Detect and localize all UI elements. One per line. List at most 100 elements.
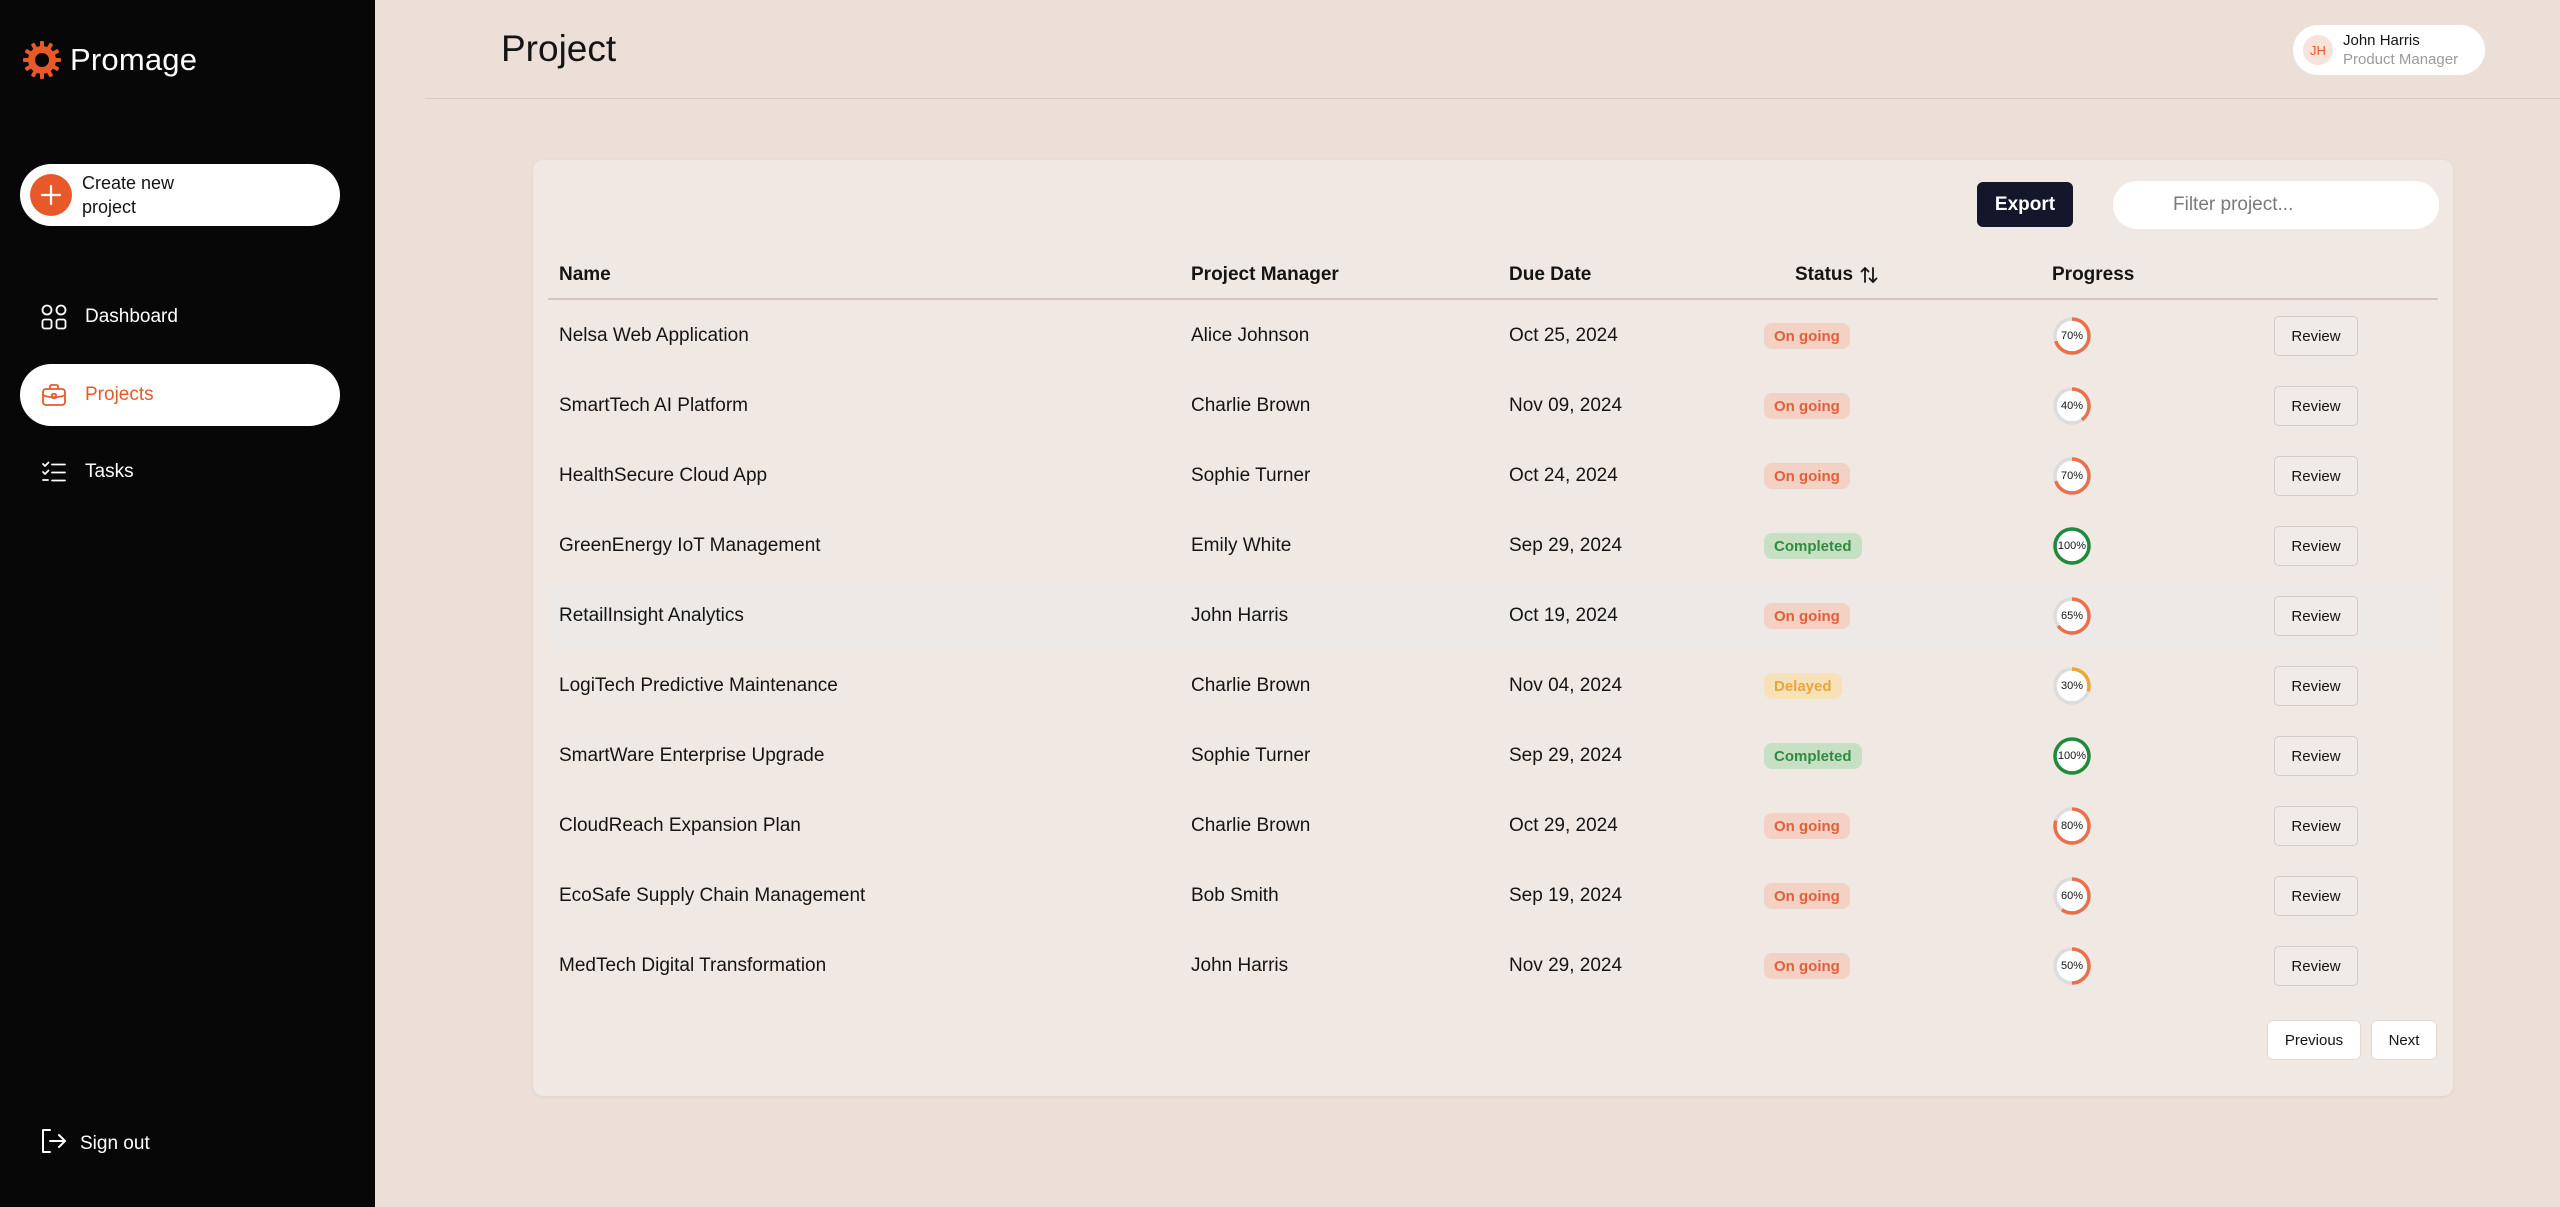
progress-ring: 70% [2052,456,2092,496]
project-name: LogiTech Predictive Maintenance [559,675,838,696]
sidebar-item-dashboard[interactable]: Dashboard [20,286,340,348]
status-badge: On going [1764,953,1850,979]
column-header-status[interactable]: Status [1795,264,1879,286]
project-manager: John Harris [1191,605,1289,626]
sidebar-item-tasks[interactable]: Tasks [20,441,340,503]
table-row[interactable]: Nelsa Web Application Alice Johnson Oct 25… [548,301,2438,371]
review-button[interactable]: Review [2274,526,2358,566]
status-cell: On going [1764,861,1850,931]
project-manager: John Harris [1191,955,1289,976]
previous-page-button[interactable]: Previous [2267,1020,2361,1060]
status-cell: Delayed [1764,651,1842,721]
app-name: Promage [70,42,198,77]
progress-cell: 80% [2052,791,2092,861]
project-manager: Charlie Brown [1191,815,1311,836]
review-button[interactable]: Review [2274,946,2358,986]
progress-ring: 50% [2052,946,2092,986]
review-button[interactable]: Review [2274,316,2358,356]
progress-cell: 60% [2052,861,2092,931]
progress-cell: 65% [2052,581,2092,651]
due-date: Sep 29, 2024 [1509,535,1623,556]
progress-value: 65% [2060,610,2084,622]
progress-value: 80% [2060,820,2084,832]
user-menu[interactable]: JH John Harris Product Manager [2293,25,2485,75]
due-date: Sep 29, 2024 [1509,745,1623,766]
status-badge: On going [1764,883,1850,909]
project-manager: Sophie Turner [1191,465,1311,486]
progress-ring: 60% [2052,876,2092,916]
export-button[interactable]: Export [1977,182,2073,227]
page-title: Project [501,28,617,69]
review-cell: Review [2274,651,2358,721]
due-date: Oct 29, 2024 [1509,815,1618,836]
review-button[interactable]: Review [2274,596,2358,636]
table-row[interactable]: CloudReach Expansion Plan Charlie Brown Oc… [548,791,2438,861]
review-button[interactable]: Review [2274,806,2358,846]
next-page-button[interactable]: Next [2371,1020,2437,1060]
due-date: Nov 09, 2024 [1509,395,1623,416]
table-row[interactable]: LogiTech Predictive Maintenance Charlie B… [548,651,2438,721]
projects-card: Export Name Project Manager Due Date Sta… [533,160,2453,1096]
review-cell: Review [2274,441,2358,511]
table-row[interactable]: HealthSecure Cloud App Sophie Turner Oct 2… [548,441,2438,511]
status-badge: On going [1764,393,1850,419]
review-button[interactable]: Review [2274,386,2358,426]
status-cell: Completed [1764,721,1862,791]
review-button[interactable]: Review [2274,456,2358,496]
column-header-manager: Project Manager [1191,264,1339,285]
project-manager: Charlie Brown [1191,675,1311,696]
progress-value: 60% [2060,890,2084,902]
grid-icon [38,301,70,333]
project-name: CloudReach Expansion Plan [559,815,801,836]
status-badge: On going [1764,323,1850,349]
progress-value: 30% [2060,680,2084,692]
review-cell: Review [2274,371,2358,441]
status-cell: On going [1764,441,1850,511]
progress-ring: 30% [2052,666,2092,706]
signout-label: Sign out [80,1132,150,1154]
progress-value: 50% [2060,960,2084,972]
progress-value: 100% [2057,750,2087,762]
table-row[interactable]: SmartWare Enterprise Upgrade Sophie Turne… [548,721,2438,791]
progress-ring: 100% [2052,736,2092,776]
progress-cell: 100% [2052,511,2092,581]
review-button[interactable]: Review [2274,876,2358,916]
user-info: John Harris Product Manager [2343,31,2458,69]
project-name: Nelsa Web Application [559,325,749,346]
status-cell: On going [1764,791,1850,861]
create-project-button[interactable]: Create new project [20,164,340,226]
create-project-label: Create new project [82,173,175,217]
review-cell: Review [2274,721,2358,791]
progress-value: 70% [2060,330,2084,342]
sidebar-item-label: Dashboard [85,306,178,327]
progress-cell: 70% [2052,441,2092,511]
table-header [548,260,2438,300]
project-name: SmartTech AI Platform [559,395,749,416]
project-manager: Emily White [1191,535,1292,556]
avatar: JH [2303,35,2333,65]
table-row[interactable]: RetailInsight Analytics John Harris Oct 19… [548,581,2438,651]
table-row[interactable]: MedTech Digital Transformation John Harri… [548,931,2438,1001]
due-date: Sep 19, 2024 [1509,885,1623,906]
table-row[interactable]: GreenEnergy IoT Management Emily White Sep… [548,511,2438,581]
user-name: John Harris [2343,32,2420,49]
progress-ring: 70% [2052,316,2092,356]
due-date: Oct 19, 2024 [1509,605,1618,626]
review-button[interactable]: Review [2274,666,2358,706]
filter-project-input[interactable] [2113,181,2439,229]
due-date: Nov 29, 2024 [1509,955,1623,976]
table-row[interactable]: EcoSafe Supply Chain Management Bob Smith… [548,861,2438,931]
column-header-name: Name [559,264,611,285]
column-header-due-date: Due Date [1509,264,1592,285]
status-cell: On going [1764,581,1850,651]
progress-cell: 100% [2052,721,2092,791]
progress-ring: 40% [2052,386,2092,426]
header-divider [425,98,2560,99]
logo[interactable]: Promage [22,40,197,80]
signout-button[interactable]: Sign out [38,1126,150,1161]
sort-icon [1860,267,1878,283]
project-manager: Charlie Brown [1191,395,1311,416]
review-button[interactable]: Review [2274,736,2358,776]
sidebar-item-projects[interactable]: Projects [20,364,340,426]
table-row[interactable]: SmartTech AI Platform Charlie Brown Nov 09… [548,371,2438,441]
